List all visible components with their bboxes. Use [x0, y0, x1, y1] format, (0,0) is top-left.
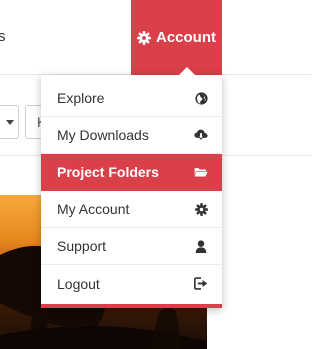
gear-icon [194, 202, 208, 216]
menu-item-label: My Downloads [57, 127, 149, 143]
dropdown-caret [178, 67, 196, 76]
account-dropdown-menu: Explore My Downloads Project Folders My … [41, 75, 222, 308]
menu-item-project-folders[interactable]: Project Folders [41, 154, 222, 191]
menu-item-my-downloads[interactable]: My Downloads [41, 117, 222, 154]
page: s Account K [0, 0, 311, 349]
sort-select[interactable] [0, 105, 19, 139]
globe-icon [194, 91, 208, 105]
menu-item-label: Project Folders [57, 164, 159, 180]
user-icon [194, 239, 208, 253]
menu-item-explore[interactable]: Explore [41, 80, 222, 117]
folder-open-icon [194, 165, 208, 179]
menu-item-label: Support [57, 238, 107, 254]
nav-link-partial[interactable]: s [0, 28, 6, 46]
chevron-down-icon [6, 119, 14, 125]
gear-icon [137, 30, 151, 45]
menu-item-label: Explore [57, 90, 105, 106]
menu-item-label: Logout [57, 275, 100, 292]
menu-item-my-account[interactable]: My Account [41, 191, 222, 228]
account-label: Account [156, 29, 216, 46]
account-menu-button[interactable]: Account [131, 0, 222, 75]
site-header: s Account [0, 0, 311, 75]
menu-item-label: My Account [57, 201, 130, 217]
cloud-download-icon [194, 128, 208, 142]
menu-item-support[interactable]: Support [41, 228, 222, 265]
logout-icon [194, 277, 208, 291]
menu-item-logout[interactable]: Logout [41, 265, 222, 302]
